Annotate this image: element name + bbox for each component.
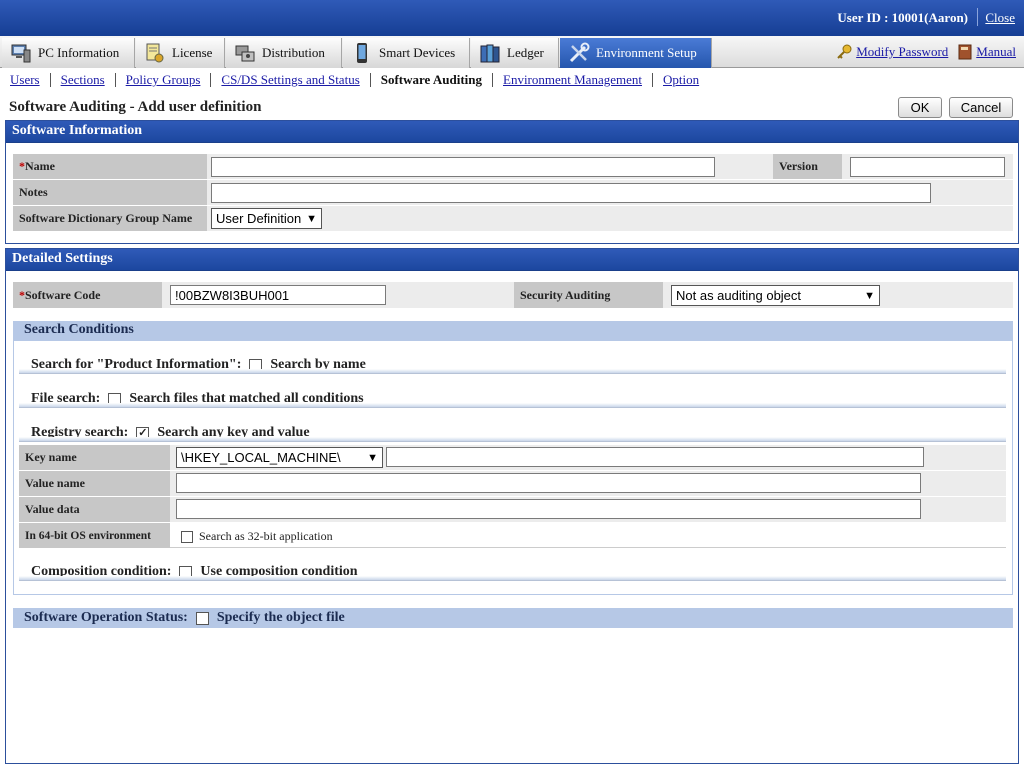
tab-ledger[interactable]: Ledger <box>471 38 559 68</box>
value-data-input[interactable] <box>176 499 921 519</box>
tab-label: Distribution <box>262 45 325 60</box>
security-auditing-label: Security Auditing <box>514 282 663 308</box>
software-information-panel: Software Information * Name Version Notes… <box>5 120 1019 244</box>
tab-smart-devices[interactable]: Smart Devices <box>343 38 470 68</box>
divider <box>19 403 1006 408</box>
distribution-icon <box>235 45 255 62</box>
page-title: Software Auditing - Add user definition <box>9 99 262 115</box>
subnav-csds-settings[interactable]: CS/DS Settings and Status <box>221 72 359 87</box>
operation-status-header: Software Operation Status: Specify the o… <box>13 608 1013 628</box>
subnav-policy-groups[interactable]: Policy Groups <box>126 72 201 87</box>
subnav-software-auditing: Software Auditing <box>380 72 482 87</box>
dictionary-group-select[interactable]: User Definition ▼ <box>211 208 322 229</box>
version-label: Version <box>773 154 842 179</box>
tab-label: Environment Setup <box>596 45 697 60</box>
license-icon <box>146 43 164 63</box>
close-link[interactable]: Close <box>985 10 1015 26</box>
name-input[interactable] <box>211 157 715 177</box>
user-id-label: User ID : 10001(Aaron) <box>837 10 968 25</box>
dictionary-group-selected: User Definition <box>216 211 302 226</box>
smartphone-icon <box>357 43 367 63</box>
key-icon <box>837 44 852 59</box>
tools-icon <box>569 42 590 63</box>
top-bar-separator <box>977 8 978 26</box>
name-label: * Name <box>13 154 207 179</box>
modify-password-link-group[interactable]: Modify Password <box>836 44 948 60</box>
ok-button[interactable]: OK <box>898 97 942 118</box>
divider <box>19 437 1006 442</box>
notes-input[interactable] <box>211 183 931 203</box>
tab-pc-information[interactable]: PC Information <box>2 38 135 68</box>
manual-link-group[interactable]: Manual <box>958 44 1016 60</box>
version-input[interactable] <box>850 157 1005 177</box>
value-name-input[interactable] <box>176 473 921 493</box>
manual-book-icon <box>958 44 972 60</box>
dictionary-group-label: Software Dictionary Group Name <box>13 206 207 231</box>
name-label-text: Name <box>25 159 55 173</box>
top-bar: User ID : 10001(Aaron) Close <box>0 0 1024 36</box>
chevron-down-icon: ▼ <box>306 212 317 225</box>
tab-license[interactable]: License <box>136 38 225 68</box>
chevron-down-icon: ▼ <box>864 289 875 302</box>
value-name-label: Value name <box>19 471 170 496</box>
divider <box>19 576 1006 581</box>
subnav-sections[interactable]: Sections <box>61 72 105 87</box>
software-code-label-text: Software Code <box>25 287 101 302</box>
detailed-settings-header: Detailed Settings <box>6 249 1018 271</box>
software-information-header: Software Information <box>6 121 1018 143</box>
divider <box>19 369 1006 374</box>
tab-label: License <box>172 45 213 60</box>
pc-icon <box>11 44 31 63</box>
tab-environment-setup[interactable]: Environment Setup <box>560 38 712 68</box>
os64-option: Search as 32-bit application <box>181 529 333 544</box>
search-conditions-header: Search Conditions <box>13 321 1013 341</box>
registry-key-path-input[interactable] <box>386 447 924 467</box>
cancel-button[interactable]: Cancel <box>949 97 1013 118</box>
tab-label: PC Information <box>38 45 120 60</box>
detailed-settings-panel: Detailed Settings * Software Code !00BZW8… <box>5 248 1019 764</box>
header-right-links: Modify Password Manual <box>836 44 1016 60</box>
tab-distribution[interactable]: Distribution <box>226 38 342 68</box>
subnav-users[interactable]: Users <box>10 72 40 87</box>
operation-status-checkbox[interactable] <box>195 611 209 625</box>
tab-label: Smart Devices <box>379 45 456 60</box>
notes-label: Notes <box>13 180 207 205</box>
software-code-label: * Software Code <box>13 282 162 308</box>
value-data-label: Value data <box>19 497 170 522</box>
registry-root-selected: \HKEY_LOCAL_MACHINE\ <box>181 450 341 465</box>
tab-label: Ledger <box>507 45 544 60</box>
security-auditing-selected: Not as auditing object <box>676 288 802 303</box>
sub-navigation: Users Sections Policy Groups CS/DS Setti… <box>0 69 1024 91</box>
subnav-option[interactable]: Option <box>663 72 699 87</box>
modify-password-link[interactable]: Modify Password <box>856 44 948 60</box>
subnav-environment-management[interactable]: Environment Management <box>503 72 642 87</box>
manual-link[interactable]: Manual <box>976 44 1016 60</box>
operation-status-cb-label: Specify the object file <box>216 610 345 625</box>
software-code-input[interactable]: !00BZW8I3BUH001 <box>170 285 386 305</box>
security-auditing-select[interactable]: Not as auditing object ▼ <box>671 285 880 306</box>
registry-root-select[interactable]: \HKEY_LOCAL_MACHINE\ ▼ <box>176 447 383 468</box>
ledger-icon <box>480 44 500 63</box>
chevron-down-icon: ▼ <box>367 451 378 464</box>
os64-cb-label: Search as 32-bit application <box>199 529 333 543</box>
os64-checkbox[interactable] <box>181 530 193 543</box>
dictionary-group-cell <box>207 206 1013 231</box>
key-name-label: Key name <box>19 445 170 470</box>
os64-label: In 64-bit OS environment <box>19 523 170 548</box>
operation-status-label: Software Operation Status: <box>24 610 188 625</box>
